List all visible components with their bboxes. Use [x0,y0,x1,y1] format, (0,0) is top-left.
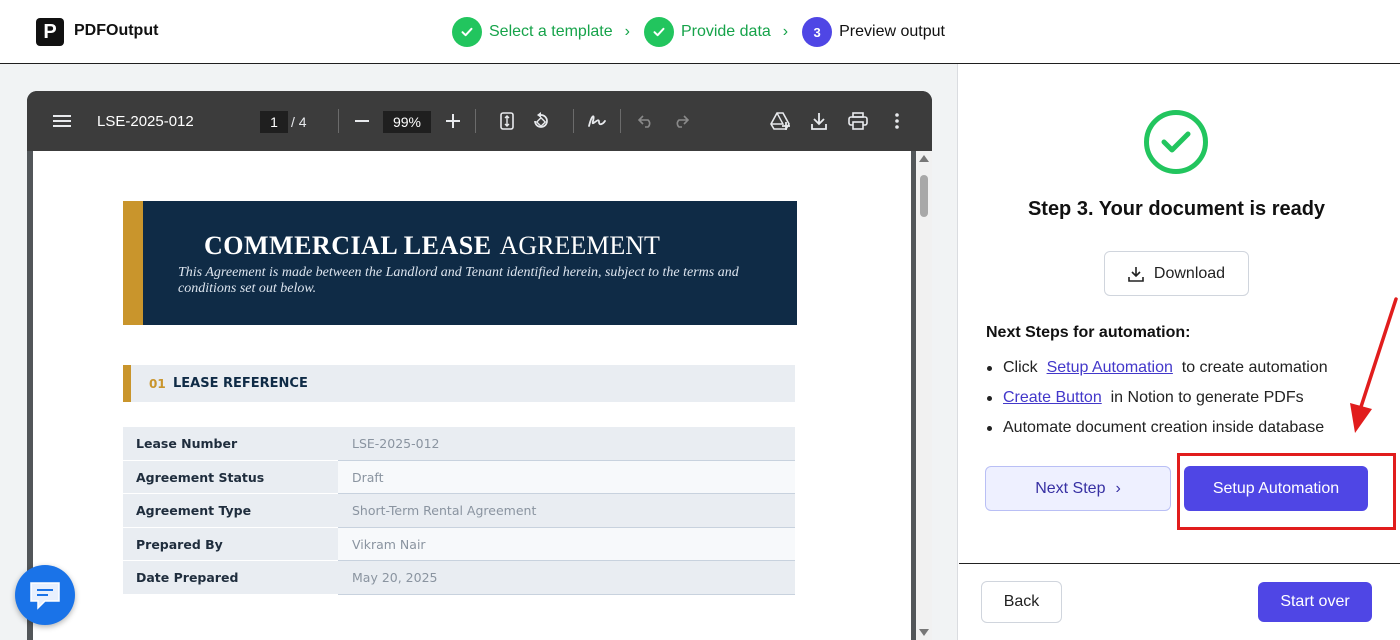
row-value: Draft [338,460,795,495]
annotation-arrow-icon [1350,297,1398,433]
success-check-icon [1144,110,1208,174]
section-accent [123,365,131,402]
step-label: Provide data [680,23,771,40]
pdf-page: COMMERCIAL LEASE AGREEMENT This Agreement… [33,151,911,640]
chevron-right-icon: › [1115,479,1121,497]
chat-support-button[interactable] [15,565,75,625]
scroll-down-icon[interactable] [919,629,929,636]
toolbar-divider [573,109,574,133]
annotation-highlight-box [1177,453,1396,530]
row-label: Agreement Status [123,460,338,495]
create-button-link[interactable]: Create Button [1003,389,1102,406]
zoom-out-icon[interactable] [351,91,373,151]
document-banner: COMMERCIAL LEASE AGREEMENT This Agreement… [123,201,797,325]
ready-heading: Step 3. Your document is ready [1027,198,1326,220]
next-steps-heading: Next Steps for automation: [986,324,1191,341]
download-icon[interactable] [807,91,831,151]
undo-icon[interactable] [635,91,657,151]
section-title: LEASE REFERENCE [173,376,308,391]
page-total: / 4 [291,114,307,130]
list-item: Click Setup Automation to create automat… [986,356,1328,386]
toolbar-divider [338,109,339,133]
brand-logo: P [36,18,64,46]
bullet-text: Click [1003,359,1038,376]
next-steps-list: Click Setup Automation to create automat… [986,356,1328,446]
chevron-right-icon: › [782,23,789,40]
print-icon[interactable] [845,91,871,151]
download-button[interactable]: Download [1104,251,1249,296]
step-preview-output[interactable]: 3 Preview output [802,17,945,47]
bullet-text: Automate document creation inside databa… [1003,419,1325,436]
check-icon [452,17,482,47]
pdf-scrollbar[interactable] [916,151,932,640]
pdf-toolbar: LSE-2025-012 1 / 4 99% [27,91,932,151]
preview-pane: LSE-2025-012 1 / 4 99% COMMERCIAL LEASE … [0,64,958,640]
page-number-input[interactable]: 1 [260,111,288,133]
row-value: Short-Term Rental Agreement [338,494,795,528]
draw-icon[interactable] [585,91,609,151]
toolbar-divider [620,109,621,133]
section-number: 01 [149,377,166,391]
table-row: Date Prepared May 20, 2025 [123,561,795,595]
row-label: Lease Number [123,427,338,461]
row-label: Agreement Type [123,494,338,528]
menu-icon[interactable] [49,91,75,151]
panel-divider [959,563,1400,564]
check-icon [643,17,674,47]
setup-automation-link[interactable]: Setup Automation [1047,359,1173,376]
rotate-icon[interactable] [529,91,553,151]
table-row: Lease Number LSE-2025-012 [123,427,795,461]
document-title-heading: COMMERCIAL LEASE AGREEMENT [204,231,660,261]
pdf-viewer: LSE-2025-012 1 / 4 99% COMMERCIAL LEASE … [27,91,932,640]
zoom-input[interactable]: 99% [383,111,431,133]
zoom-in-icon[interactable] [442,91,464,151]
progress-stepper: Select a template › Provide data › 3 Pre… [452,16,945,48]
lease-reference-table: Lease Number LSE-2025-012 Agreement Stat… [123,427,795,595]
table-row: Agreement Status Draft [123,460,795,495]
app-header: P PDFOutput Select a template › Provide … [0,0,1400,64]
title-bold: COMMERCIAL LEASE [204,231,492,260]
pdf-canvas[interactable]: COMMERCIAL LEASE AGREEMENT This Agreement… [27,151,932,640]
more-options-icon[interactable] [887,91,907,151]
step-provide-data[interactable]: Provide data [643,17,771,47]
row-value: LSE-2025-012 [338,427,795,461]
download-label: Download [1153,264,1226,282]
document-title: LSE-2025-012 [97,113,194,130]
row-label: Prepared By [123,527,338,562]
section-header: 01 LEASE REFERENCE [123,365,795,402]
title-rest: AGREEMENT [499,231,660,260]
chat-icon [30,582,60,610]
next-step-label: Next Step [1035,479,1106,497]
step-label: Preview output [839,23,945,40]
bullet-text: to create automation [1181,359,1328,376]
next-step-button[interactable]: Next Step › [985,466,1171,511]
list-item: Create Button in Notion to generate PDFs [986,386,1328,416]
start-over-button[interactable]: Start over [1258,582,1372,622]
fit-page-icon[interactable] [496,91,518,151]
download-icon [1128,266,1144,282]
scroll-up-icon[interactable] [919,155,929,162]
banner-accent [123,201,143,325]
row-value: Vikram Nair [338,527,795,562]
document-subtitle: This Agreement is made between the Landl… [178,265,739,296]
toolbar-divider [475,109,476,133]
brand-name: PDFOutput [74,22,159,39]
table-row: Agreement Type Short-Term Rental Agreeme… [123,494,795,528]
list-item: Automate document creation inside databa… [986,416,1328,446]
scroll-thumb[interactable] [920,175,928,217]
table-row: Prepared By Vikram Nair [123,527,795,562]
step-label: Select a template [489,23,613,40]
row-label: Date Prepared [123,561,338,595]
bullet-text: in Notion to generate PDFs [1110,389,1304,406]
row-value: May 20, 2025 [338,561,795,595]
chevron-right-icon: › [624,23,630,40]
back-button[interactable]: Back [981,581,1062,623]
redo-icon[interactable] [670,91,692,151]
step-select-template[interactable]: Select a template [452,17,613,47]
add-to-drive-icon[interactable] [767,91,793,151]
step-number: 3 [802,17,833,47]
